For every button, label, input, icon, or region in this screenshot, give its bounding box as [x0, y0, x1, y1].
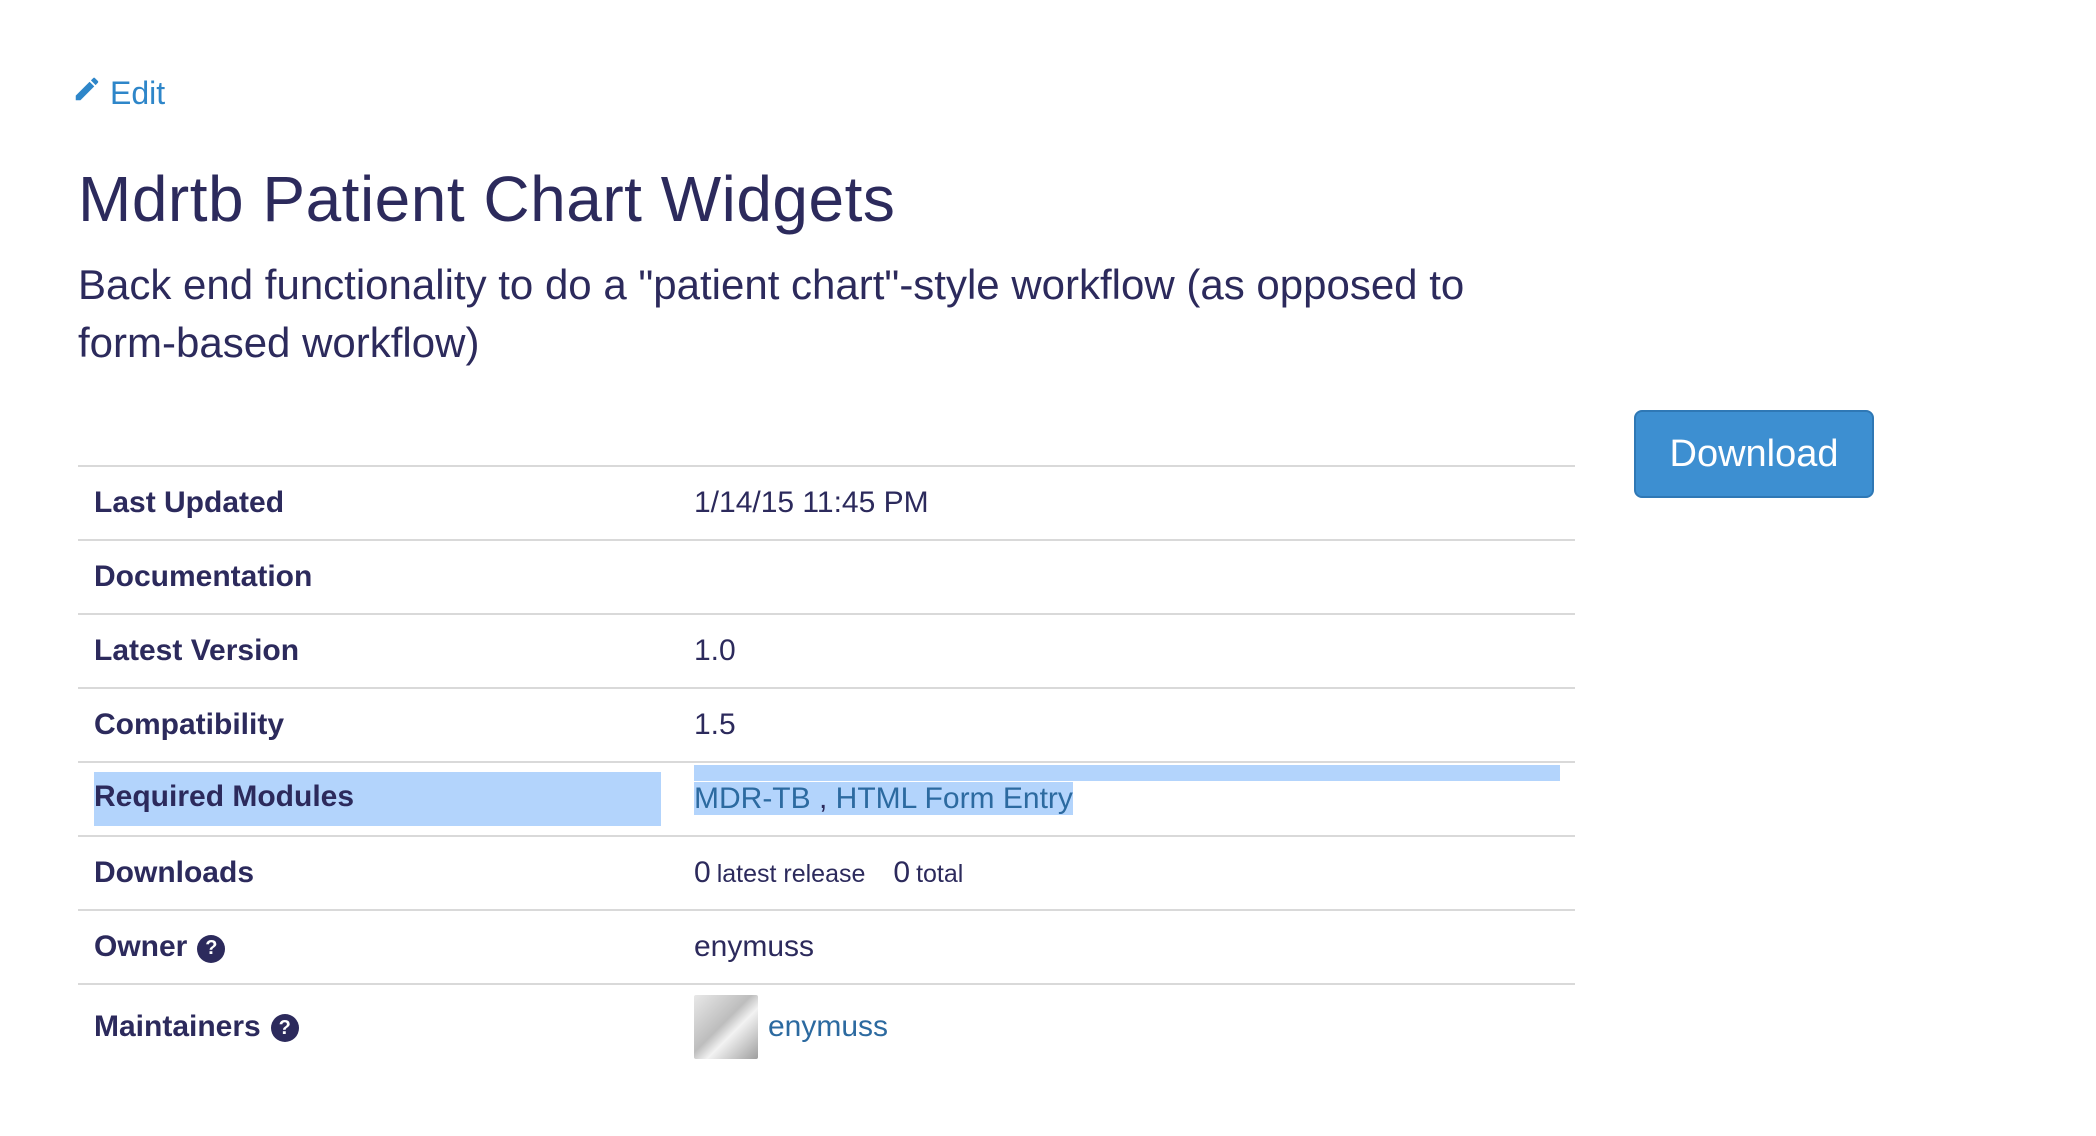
pencil-icon [72, 74, 102, 112]
downloads-total-count: 0 [893, 856, 911, 889]
downloads-latest-label: latest release [716, 860, 866, 888]
owner-value: enymuss [694, 930, 815, 963]
downloads-value: 0 latest release 0 total [678, 836, 1575, 910]
documentation-value [678, 540, 1575, 614]
row-maintainers: Maintainers? enymuss [78, 984, 1575, 1068]
downloads-total-label: total [916, 860, 964, 888]
maintainer-entry: enymuss [694, 994, 1559, 1059]
last-updated-value: 1/14/15 11:45 PM [694, 486, 929, 519]
owner-label-cell: Owner? [78, 910, 678, 984]
row-compatibility: Compatibility 1.5 [78, 688, 1575, 762]
latest-version-value: 1.0 [694, 634, 736, 667]
selection-highlight [694, 765, 1560, 781]
downloads-latest-count: 0 [694, 856, 711, 889]
module-link-html-form-entry[interactable]: HTML Form Entry [836, 782, 1073, 815]
row-last-updated: Last Updated 1/14/15 11:45 PM [78, 466, 1575, 540]
downloads-label: Downloads [94, 856, 255, 889]
edit-label: Edit [110, 74, 166, 111]
edit-link[interactable]: Edit [72, 74, 165, 112]
row-latest-version: Latest Version 1.0 [78, 614, 1575, 688]
compatibility-label: Compatibility [94, 708, 285, 741]
required-modules-label: Required Modules [94, 772, 661, 826]
required-modules-value: MDR-TB , HTML Form Entry [678, 762, 1575, 836]
maintainers-value: enymuss [678, 984, 1575, 1068]
module-separator: , [810, 782, 836, 815]
last-updated-label: Last Updated [94, 486, 285, 519]
row-documentation: Documentation [78, 540, 1575, 614]
row-downloads: Downloads 0 latest release 0 total [78, 836, 1575, 910]
avatar[interactable] [694, 994, 758, 1059]
question-circle-icon[interactable]: ? [270, 1014, 299, 1042]
row-owner: Owner? enymuss [78, 910, 1575, 984]
latest-version-label: Latest Version [94, 634, 300, 667]
documentation-label: Documentation [94, 560, 313, 593]
page-title: Mdrtb Patient Chart Widgets [78, 163, 896, 235]
required-modules-label-cell: Required Modules [78, 762, 678, 836]
maintainers-label: Maintainers [94, 1009, 261, 1043]
compatibility-value: 1.5 [694, 708, 736, 741]
maintainers-label-cell: Maintainers? [78, 984, 678, 1068]
download-button[interactable]: Download [1634, 410, 1874, 498]
row-required-modules: Required Modules MDR-TB , HTML Form Entr… [78, 762, 1575, 836]
module-details-table: Last Updated 1/14/15 11:45 PM Documentat… [78, 465, 1575, 1068]
module-link-mdr-tb[interactable]: MDR-TB [694, 782, 811, 815]
question-circle-icon[interactable]: ? [197, 934, 226, 963]
module-description: Back end functionality to do a "patient … [78, 261, 1465, 366]
maintainer-link[interactable]: enymuss [768, 1010, 888, 1044]
owner-label: Owner [94, 930, 188, 963]
